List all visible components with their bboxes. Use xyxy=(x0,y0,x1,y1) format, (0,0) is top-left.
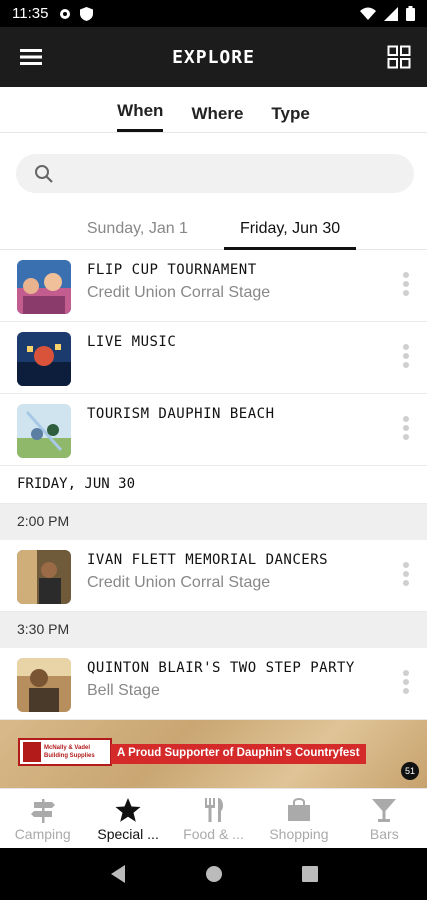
signal-icon xyxy=(384,6,398,21)
home-icon[interactable] xyxy=(205,865,223,883)
app-bar: EXPLORE xyxy=(0,27,427,87)
nav-shopping[interactable]: Shopping xyxy=(256,789,341,848)
nav-bars[interactable]: Bars xyxy=(342,789,427,848)
list-item[interactable]: QUINTON BLAIR'S TWO STEP PARTY Bell Stag… xyxy=(0,648,427,720)
event-title: QUINTON BLAIR'S TWO STEP PARTY xyxy=(87,660,355,676)
signpost-icon xyxy=(30,799,55,823)
sponsor-logo: McNally & Vadel Building Supplies xyxy=(18,738,112,766)
search-bar[interactable] xyxy=(16,154,414,193)
sponsor-banner[interactable]: McNally & Vadel Building Supplies A Prou… xyxy=(0,720,427,788)
search-icon xyxy=(35,164,53,183)
system-nav-bar xyxy=(0,848,427,900)
event-thumbnail xyxy=(17,404,71,458)
date-tabs: Sunday, Jan 1 Friday, Jun 30 xyxy=(0,210,427,250)
list-item[interactable]: FLIP CUP TOURNAMENT Credit Union Corral … xyxy=(0,250,427,322)
day-header: FRIDAY, JUN 30 xyxy=(0,466,427,504)
search-input[interactable] xyxy=(64,165,384,182)
event-thumbnail xyxy=(17,332,71,386)
list-item[interactable]: TOURISM DAUPHIN BEACH xyxy=(0,394,427,466)
event-location: Credit Union Corral Stage xyxy=(87,284,271,301)
sponsor-slogan: A Proud Supporter of Dauphin's Countryfe… xyxy=(111,744,366,764)
nav-special-events[interactable]: Special ... xyxy=(85,789,170,848)
event-title: LIVE MUSIC xyxy=(87,334,177,350)
shopping-bag-icon xyxy=(287,798,310,821)
more-options-icon[interactable] xyxy=(401,344,411,374)
page-title: EXPLORE xyxy=(172,46,255,68)
event-location: Credit Union Corral Stage xyxy=(87,574,271,591)
filter-tabs: When Where Type xyxy=(0,87,427,133)
event-location: Bell Stage xyxy=(87,682,160,699)
event-thumbnail xyxy=(17,550,71,604)
bottom-nav: Camping Special ... Food & ... Shopping … xyxy=(0,788,427,848)
wifi-icon xyxy=(360,7,376,20)
more-options-icon[interactable] xyxy=(401,416,411,446)
more-options-icon[interactable] xyxy=(401,670,411,700)
nav-food[interactable]: Food & ... xyxy=(171,789,256,848)
event-thumbnail xyxy=(17,260,71,314)
list-item[interactable]: IVAN FLETT MEMORIAL DANCERS Credit Union… xyxy=(0,540,427,612)
date-tab-jun-30[interactable]: Friday, Jun 30 xyxy=(223,210,357,250)
more-options-icon[interactable] xyxy=(401,562,411,592)
status-bar: 11:35 xyxy=(0,0,427,27)
back-icon[interactable] xyxy=(109,864,127,884)
cocktail-icon xyxy=(372,799,397,822)
date-tab-jan-1[interactable]: Sunday, Jan 1 xyxy=(71,210,204,250)
star-icon xyxy=(115,798,141,822)
settings-icon xyxy=(60,8,71,19)
battery-icon xyxy=(406,6,415,21)
tab-type[interactable]: Type xyxy=(271,104,309,132)
event-list: FLIP CUP TOURNAMENT Credit Union Corral … xyxy=(0,250,427,720)
cutlery-icon xyxy=(204,798,223,822)
grid-view-icon[interactable] xyxy=(387,45,411,69)
status-time: 11:35 xyxy=(12,5,49,22)
menu-icon[interactable] xyxy=(18,45,44,69)
nav-camping[interactable]: Camping xyxy=(0,789,85,848)
event-title: TOURISM DAUPHIN BEACH xyxy=(87,406,275,422)
tab-when[interactable]: When xyxy=(117,101,164,132)
recents-icon[interactable] xyxy=(301,866,318,882)
event-title: IVAN FLETT MEMORIAL DANCERS xyxy=(87,552,329,568)
tab-where[interactable]: Where xyxy=(191,104,243,132)
badge-number: 51 xyxy=(401,762,419,780)
event-thumbnail xyxy=(17,658,71,712)
time-header: 3:30 PM xyxy=(0,612,427,648)
more-options-icon[interactable] xyxy=(401,272,411,302)
list-item[interactable]: LIVE MUSIC xyxy=(0,322,427,394)
event-title: FLIP CUP TOURNAMENT xyxy=(87,262,257,278)
shield-icon xyxy=(80,6,94,21)
time-header: 2:00 PM xyxy=(0,504,427,540)
